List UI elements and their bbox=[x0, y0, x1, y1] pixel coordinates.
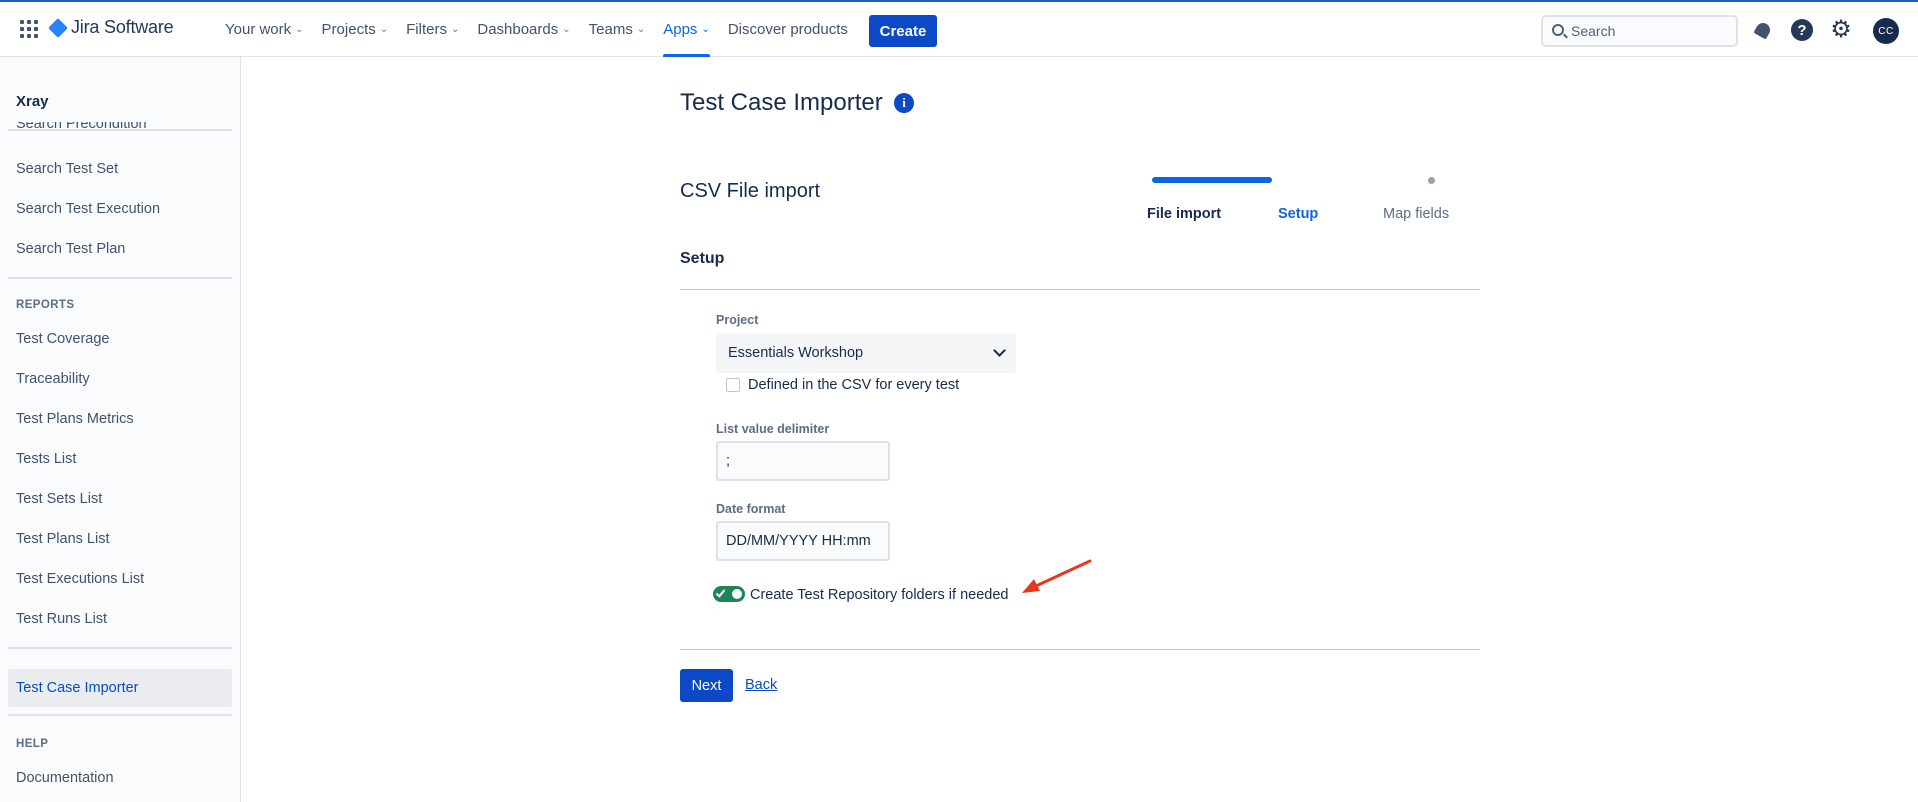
chevron-down-icon: ⌄ bbox=[701, 24, 710, 35]
sidebar-divider bbox=[8, 647, 232, 649]
sidebar-item-documentation[interactable]: Documentation bbox=[16, 770, 114, 786]
next-button[interactable]: Next bbox=[680, 669, 733, 702]
nav-filters[interactable]: Filters ⌄ bbox=[397, 2, 468, 57]
nav-projects[interactable]: Projects ⌄ bbox=[313, 2, 398, 57]
jira-logo[interactable]: Jira Software bbox=[48, 17, 174, 38]
nav-teams[interactable]: Teams ⌄ bbox=[580, 2, 655, 57]
sidebar-divider bbox=[8, 714, 232, 716]
setup-heading: Setup bbox=[680, 250, 725, 267]
annotation-arrow-icon bbox=[1022, 559, 1092, 593]
jira-diamond-icon bbox=[48, 17, 68, 38]
sidebar-section-reports: REPORTS bbox=[16, 299, 75, 311]
delimiter-input[interactable] bbox=[716, 441, 890, 481]
logo-brand: Jira bbox=[71, 17, 100, 37]
sidebar-item-search-test-set[interactable]: Search Test Set bbox=[16, 161, 118, 177]
create-folders-toggle[interactable] bbox=[713, 586, 745, 602]
sidebar-item-search-test-plan[interactable]: Search Test Plan bbox=[16, 241, 125, 257]
toggle-knob bbox=[732, 589, 742, 599]
logo-product: Software bbox=[104, 17, 174, 37]
sidebar-item-test-sets-list[interactable]: Test Sets List bbox=[16, 491, 102, 507]
project-select[interactable]: Essentials Workshop bbox=[716, 333, 1016, 373]
project-value: Essentials Workshop bbox=[728, 345, 864, 361]
csv-defined-checkbox[interactable] bbox=[726, 378, 740, 392]
sidebar-item-search-precondition[interactable]: Search Precondition bbox=[16, 122, 147, 136]
section-title: CSV File import bbox=[680, 180, 821, 202]
back-link[interactable]: Back bbox=[745, 677, 777, 693]
chevron-down-icon: ⌄ bbox=[562, 24, 571, 35]
checkmark-icon bbox=[715, 587, 726, 598]
step-setup: Setup bbox=[1278, 206, 1319, 222]
progress-tracker: File import Setup Map fields bbox=[1147, 177, 1477, 237]
sidebar: Xray Search Precondition Search Test Set… bbox=[0, 57, 241, 802]
gear-icon[interactable]: ⚙ bbox=[1830, 18, 1852, 42]
sidebar-item-test-runs-list[interactable]: Test Runs List bbox=[16, 611, 107, 627]
chevron-down-icon: ⌄ bbox=[379, 24, 389, 35]
sidebar-item-traceability[interactable]: Traceability bbox=[16, 371, 90, 387]
chevron-down-icon: ⌄ bbox=[636, 24, 646, 35]
sidebar-item-search-test-execution[interactable]: Search Test Execution bbox=[16, 201, 160, 217]
sidebar-item-tests-list[interactable]: Tests List bbox=[16, 451, 76, 467]
info-icon[interactable]: i bbox=[894, 93, 914, 113]
sidebar-divider bbox=[8, 277, 232, 279]
apps-grid-icon[interactable] bbox=[20, 20, 38, 38]
sidebar-item-test-executions-list[interactable]: Test Executions List bbox=[16, 571, 144, 587]
notifications-icon[interactable] bbox=[1752, 19, 1774, 41]
chevron-down-icon: ⌄ bbox=[450, 24, 460, 35]
project-label: Project bbox=[716, 313, 759, 327]
search-input[interactable]: Search bbox=[1541, 15, 1738, 47]
nav-discover-products[interactable]: Discover products bbox=[719, 2, 857, 57]
nav-menu: Your work ⌄ Projects ⌄ Filters ⌄ Dashboards… bbox=[216, 2, 857, 57]
create-folders-label: Create Test Repository folders if needed bbox=[750, 587, 1009, 603]
date-format-input[interactable] bbox=[716, 521, 890, 561]
nav-your-work[interactable]: Your work ⌄ bbox=[216, 2, 313, 57]
sidebar-item-test-plans-list[interactable]: Test Plans List bbox=[16, 531, 110, 547]
create-button[interactable]: Create bbox=[869, 15, 937, 47]
nav-dashboards[interactable]: Dashboards ⌄ bbox=[468, 2, 579, 57]
avatar[interactable]: CC bbox=[1873, 18, 1899, 44]
search-placeholder: Search bbox=[1571, 23, 1616, 39]
chevron-down-icon bbox=[993, 344, 1006, 357]
sidebar-item-test-plans-metrics[interactable]: Test Plans Metrics bbox=[16, 411, 134, 427]
step-map-fields: Map fields bbox=[1383, 206, 1450, 222]
divider bbox=[680, 289, 1480, 290]
help-icon[interactable]: ? bbox=[1791, 19, 1813, 41]
sidebar-section-help: HELP bbox=[16, 738, 49, 750]
search-icon bbox=[1552, 24, 1564, 36]
delimiter-label: List value delimiter bbox=[716, 422, 830, 436]
progress-dot bbox=[1428, 177, 1435, 184]
page-title: Test Case Importer bbox=[680, 89, 883, 116]
chevron-down-icon: ⌄ bbox=[295, 24, 304, 35]
sidebar-title: Xray bbox=[16, 93, 49, 110]
divider bbox=[680, 649, 1480, 650]
step-file-import: File import bbox=[1147, 206, 1222, 222]
top-navigation: Jira Software Your work ⌄ Projects ⌄ Filte… bbox=[0, 0, 1918, 57]
progress-bar bbox=[1152, 177, 1272, 183]
csv-defined-label[interactable]: Defined in the CSV for every test bbox=[748, 377, 959, 393]
date-format-label: Date format bbox=[716, 502, 786, 516]
sidebar-item-test-coverage[interactable]: Test Coverage bbox=[16, 331, 110, 347]
sidebar-item-test-case-importer[interactable]: Test Case Importer bbox=[8, 669, 232, 707]
main-content: Test Case Importer i CSV File import Fil… bbox=[242, 57, 1918, 802]
nav-apps[interactable]: Apps ⌄ bbox=[654, 2, 719, 57]
